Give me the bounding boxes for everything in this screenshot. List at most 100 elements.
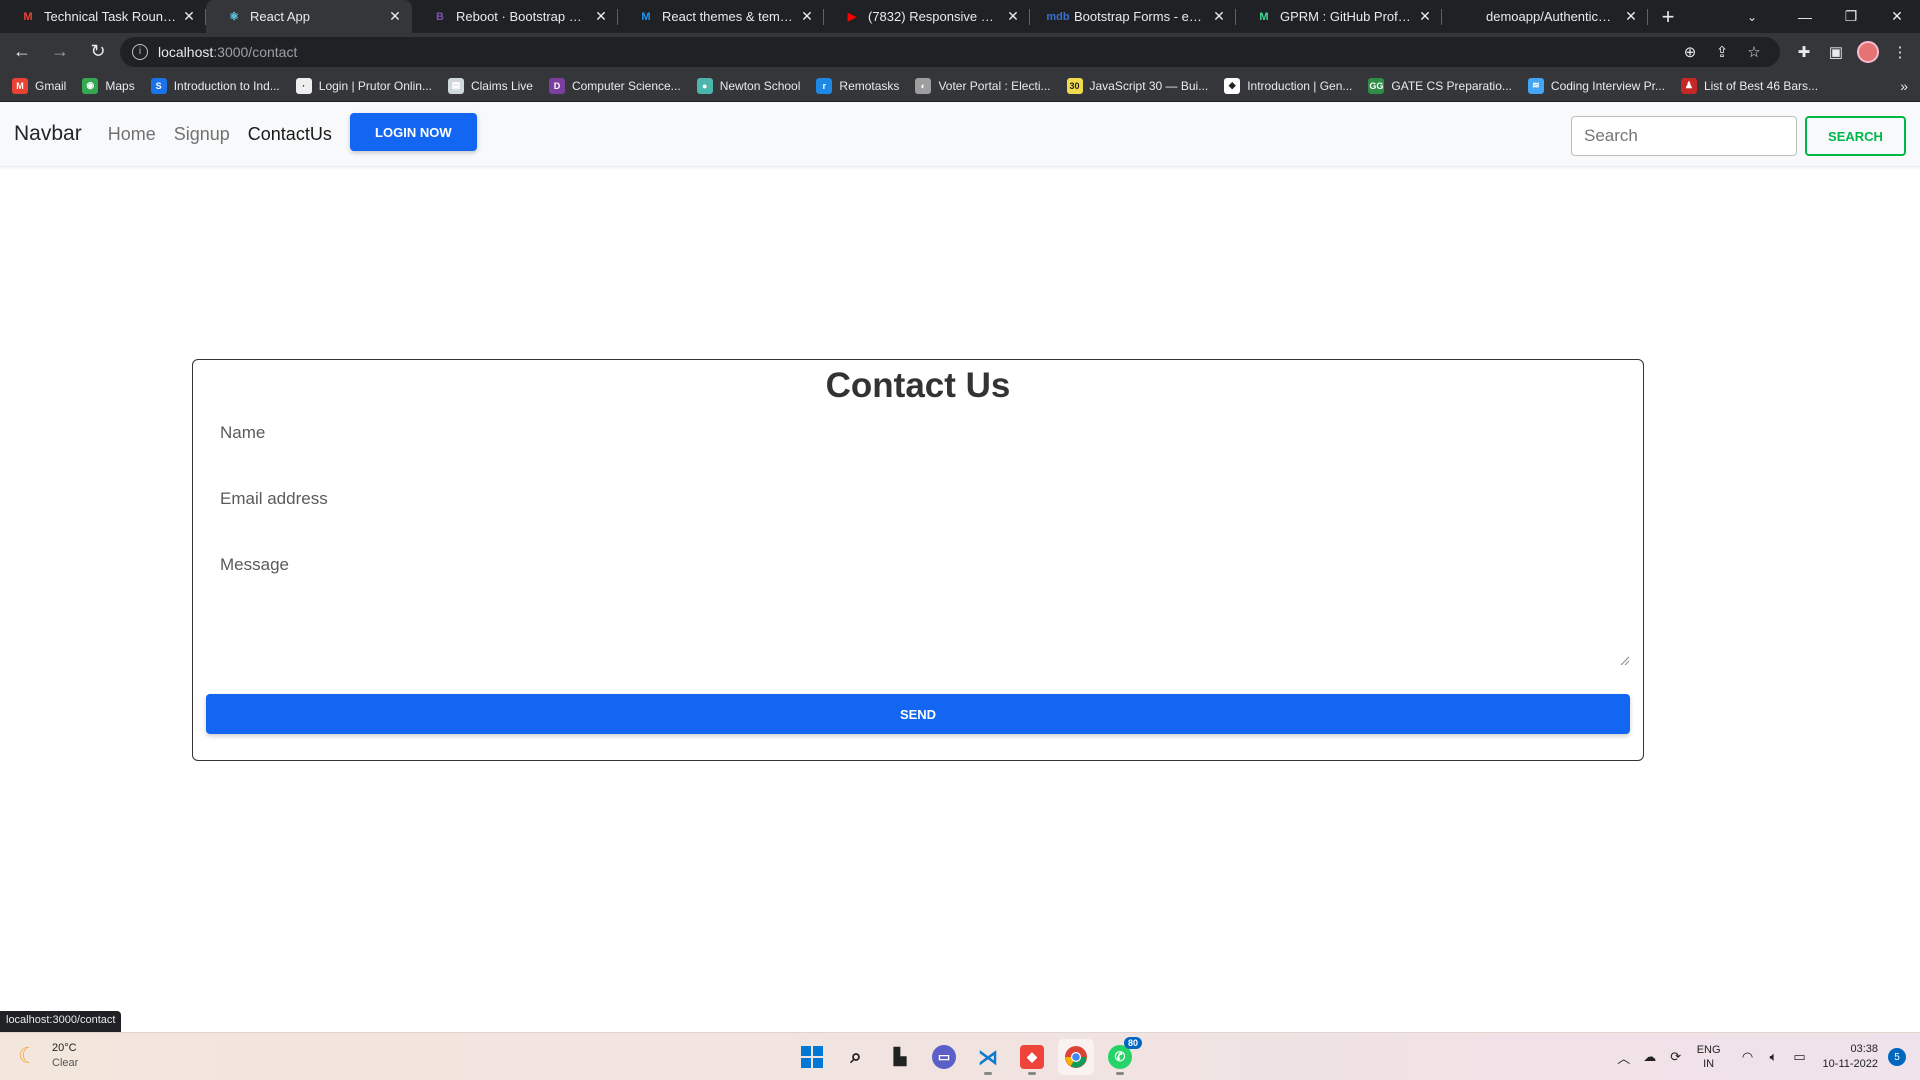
browser-tab[interactable]: B Reboot · Bootstrap v5.0 ✕ bbox=[412, 0, 618, 33]
bookmark-item[interactable]: D Computer Science... bbox=[548, 77, 681, 94]
browser-tab[interactable]: M GPRM : GitHub Profile Rea ✕ bbox=[1236, 0, 1442, 33]
bookmark-favicon-icon: D bbox=[548, 77, 565, 94]
profile-avatar[interactable] bbox=[1852, 36, 1884, 68]
close-tab-icon[interactable]: ✕ bbox=[1004, 8, 1022, 26]
bookmark-item[interactable]: GG GATE CS Preparatio... bbox=[1368, 77, 1512, 94]
bookmark-item[interactable]: ◆ Introduction | Gen... bbox=[1224, 77, 1352, 94]
window-controls: — ❐ ✕ bbox=[1782, 0, 1920, 33]
search-input[interactable] bbox=[1571, 116, 1797, 156]
bookmarks-bar: M Gmail ◉ Maps S Introduction to Ind... · Login… bbox=[0, 70, 1920, 102]
bookmark-item[interactable]: ◐ Voter Portal : Electi... bbox=[915, 77, 1051, 94]
whatsapp-button[interactable]: ✆ 80 bbox=[1102, 1037, 1142, 1075]
name-field[interactable]: Name bbox=[220, 423, 265, 443]
reload-icon[interactable]: ↻ bbox=[82, 36, 114, 68]
bookmark-label: JavaScript 30 — Bui... bbox=[1089, 78, 1209, 93]
close-window-icon[interactable]: ✕ bbox=[1874, 0, 1920, 33]
bookmark-label: Remotasks bbox=[839, 78, 900, 93]
bookmark-star-icon[interactable]: ☆ bbox=[1738, 43, 1770, 61]
address-bar[interactable]: i localhost:3000/contact ⊕ ⇪ ☆ bbox=[120, 36, 1780, 67]
browser-toolbar: ← → ↻ i localhost:3000/contact ⊕ ⇪ ☆ ✚ ▣… bbox=[0, 33, 1920, 70]
clock[interactable]: 03:38 10-11-2022 bbox=[1823, 1042, 1878, 1072]
send-button[interactable]: SEND bbox=[206, 694, 1630, 734]
volume-icon[interactable]: 🔈︎ bbox=[1761, 1049, 1787, 1065]
bookmark-item[interactable]: S Introduction to Ind... bbox=[150, 77, 280, 94]
contact-form-card: Contact Us Name Email address Message SE… bbox=[192, 359, 1644, 761]
nav-link-signup[interactable]: Signup bbox=[174, 124, 230, 145]
side-panel-icon[interactable]: ▣ bbox=[1820, 36, 1852, 68]
wifi-icon[interactable]: ◠ bbox=[1735, 1049, 1761, 1065]
site-info-icon[interactable]: i bbox=[132, 43, 148, 60]
tab-title: Reboot · Bootstrap v5.0 bbox=[456, 9, 588, 24]
back-icon[interactable]: ← bbox=[6, 36, 38, 68]
tab-title: Bootstrap Forms - example bbox=[1074, 9, 1206, 24]
chrome-button[interactable] bbox=[1058, 1039, 1094, 1075]
close-tab-icon[interactable]: ✕ bbox=[180, 8, 198, 26]
menu-icon[interactable]: ⋮ bbox=[1884, 36, 1916, 68]
bookmark-item[interactable]: M Gmail bbox=[12, 77, 66, 94]
github-icon: ◯ bbox=[1463, 11, 1477, 23]
bookmark-favicon-icon: ♟ bbox=[1680, 77, 1697, 94]
nav-link-contactus[interactable]: ContactUs bbox=[248, 124, 332, 145]
battery-icon[interactable]: ▭ bbox=[1787, 1049, 1813, 1065]
email-field[interactable]: Email address bbox=[220, 489, 328, 509]
bookmark-item[interactable]: ◉ Maps bbox=[82, 77, 135, 94]
bookmark-item[interactable]: 30 JavaScript 30 — Bui... bbox=[1066, 77, 1209, 94]
chevron-up-icon[interactable]: ︿ bbox=[1611, 1048, 1637, 1067]
browser-tab[interactable]: ⚛ React App ✕ bbox=[206, 0, 412, 33]
bookmark-item[interactable]: ≋ Coding Interview Pr... bbox=[1527, 77, 1665, 94]
browser-tab[interactable]: M Technical Task Round| BBD ✕ bbox=[0, 0, 206, 33]
share-icon[interactable]: ⇪ bbox=[1706, 43, 1738, 61]
teams-chat-button[interactable]: ▭ bbox=[926, 1039, 962, 1075]
forward-icon[interactable]: → bbox=[44, 36, 76, 68]
bookmark-favicon-icon: r bbox=[816, 77, 833, 94]
bookmark-item[interactable]: ▤ Claims Live bbox=[447, 77, 533, 94]
sync-icon[interactable]: ⟳ bbox=[1663, 1049, 1689, 1065]
close-tab-icon[interactable]: ✕ bbox=[798, 8, 816, 26]
extensions-icon[interactable]: ✚ bbox=[1788, 36, 1820, 68]
restore-icon[interactable]: ❐ bbox=[1828, 0, 1874, 33]
message-field[interactable]: Message bbox=[220, 555, 289, 575]
weather-widget[interactable]: ☾ 20°C Clear bbox=[18, 1041, 78, 1071]
onedrive-icon[interactable]: ☁ bbox=[1637, 1049, 1663, 1065]
close-tab-icon[interactable]: ✕ bbox=[386, 8, 404, 26]
moon-icon: ☾ bbox=[18, 1043, 38, 1068]
bookmark-label: Voter Portal : Electi... bbox=[938, 78, 1051, 93]
task-view-button[interactable]: ▙ bbox=[882, 1039, 918, 1075]
task-view-icon: ▙ bbox=[893, 1049, 907, 1066]
close-tab-icon[interactable]: ✕ bbox=[1210, 8, 1228, 26]
vscode-button[interactable]: ⋊ bbox=[970, 1039, 1006, 1075]
bookmark-item[interactable]: r Remotasks bbox=[816, 77, 900, 94]
bookmark-label: Introduction to Ind... bbox=[173, 78, 280, 93]
bookmark-item[interactable]: · Login | Prutor Onlin... bbox=[295, 77, 432, 94]
login-now-button[interactable]: LOGIN NOW bbox=[349, 113, 477, 151]
vscode-icon: ⋊ bbox=[978, 1046, 998, 1069]
notification-badge[interactable]: 5 bbox=[1888, 1048, 1906, 1066]
more-bookmarks-icon[interactable]: » bbox=[1900, 70, 1908, 102]
anydesk-button[interactable]: ◆ bbox=[1014, 1039, 1050, 1075]
bookmark-item[interactable]: ● Newton School bbox=[696, 77, 801, 94]
minimize-icon[interactable]: — bbox=[1782, 0, 1828, 33]
close-tab-icon[interactable]: ✕ bbox=[592, 8, 610, 26]
tab-title: GPRM : GitHub Profile Rea bbox=[1280, 9, 1412, 24]
browser-tab[interactable]: mdb Bootstrap Forms - example ✕ bbox=[1030, 0, 1236, 33]
new-tab-button[interactable]: + bbox=[1654, 3, 1682, 31]
bookmark-label: Newton School bbox=[719, 78, 801, 93]
nav-link-home[interactable]: Home bbox=[108, 124, 156, 145]
tab-title: React themes & templates bbox=[662, 9, 794, 24]
taskbar-search-button[interactable]: ⌕ bbox=[838, 1039, 874, 1075]
close-tab-icon[interactable]: ✕ bbox=[1622, 8, 1640, 26]
start-button[interactable] bbox=[794, 1039, 830, 1075]
bookmark-favicon-icon: ◉ bbox=[82, 77, 99, 94]
browser-tab[interactable]: M React themes & templates ✕ bbox=[618, 0, 824, 33]
browser-tab[interactable]: ◯ demoapp/Authenticate.js a ✕ bbox=[1442, 0, 1648, 33]
textarea-resize-handle[interactable] bbox=[1619, 655, 1629, 665]
zoom-icon[interactable]: ⊕ bbox=[1674, 43, 1706, 61]
search-button[interactable]: SEARCH bbox=[1805, 116, 1906, 156]
tab-search-icon[interactable]: ⌄ bbox=[1732, 0, 1772, 33]
language-indicator[interactable]: ENG IN bbox=[1697, 1043, 1721, 1071]
browser-tab[interactable]: ▶ (7832) Responsive Contact ✕ bbox=[824, 0, 1030, 33]
bookmark-item[interactable]: ♟ List of Best 46 Bars... bbox=[1680, 77, 1818, 94]
navbar-brand[interactable]: Navbar bbox=[14, 122, 82, 146]
close-tab-icon[interactable]: ✕ bbox=[1416, 8, 1434, 26]
bookmark-label: Claims Live bbox=[470, 78, 533, 93]
